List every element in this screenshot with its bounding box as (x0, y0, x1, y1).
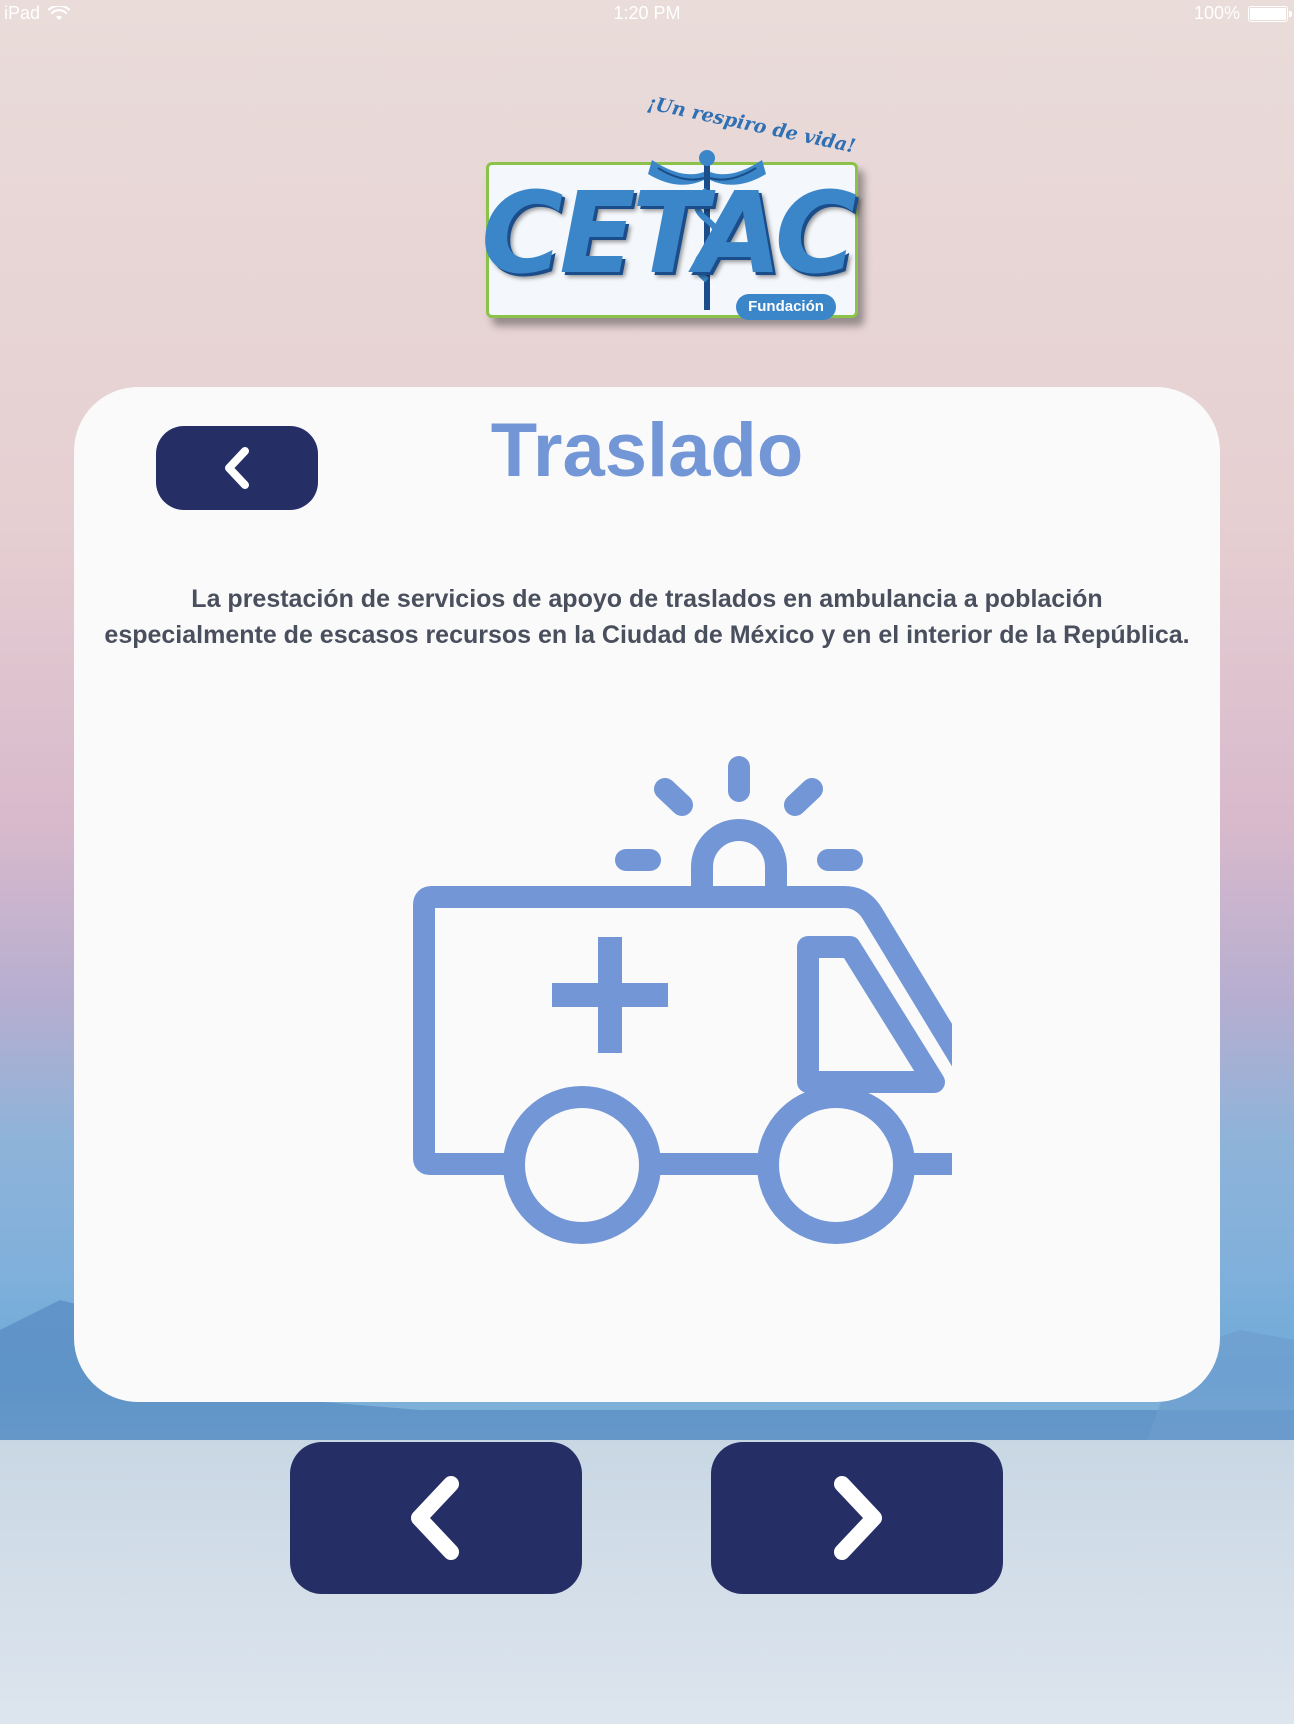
ambulance-icon (413, 756, 952, 1244)
cetac-logo: CETAC ¡Un respiro de vida! Fundación (462, 92, 872, 328)
battery-icon (1248, 5, 1292, 22)
status-bar: iPad 1:20 PM 100% (0, 0, 1294, 30)
background-ground (0, 1440, 1294, 1724)
description-line-1: La prestación de servicios de apoyo de t… (191, 585, 1103, 613)
service-card: Traslado La prestación de servicios de a… (74, 387, 1220, 1402)
description-line-2: especialmente de escasos recursos en la … (104, 621, 1190, 649)
chevron-left-icon (411, 1476, 459, 1560)
service-description: La prestación de servicios de apoyo de t… (74, 581, 1220, 653)
status-right: 100% (1193, 3, 1292, 24)
previous-button[interactable] (290, 1442, 582, 1594)
status-time: 1:20 PM (613, 3, 681, 23)
battery-percent: 100% (1193, 3, 1240, 23)
page-title: Traslado (490, 408, 804, 493)
logo-badge: Fundación (736, 294, 836, 320)
next-button[interactable] (711, 1442, 1003, 1594)
logo-name: CETAC (481, 169, 857, 299)
chevron-right-icon (834, 1476, 882, 1560)
